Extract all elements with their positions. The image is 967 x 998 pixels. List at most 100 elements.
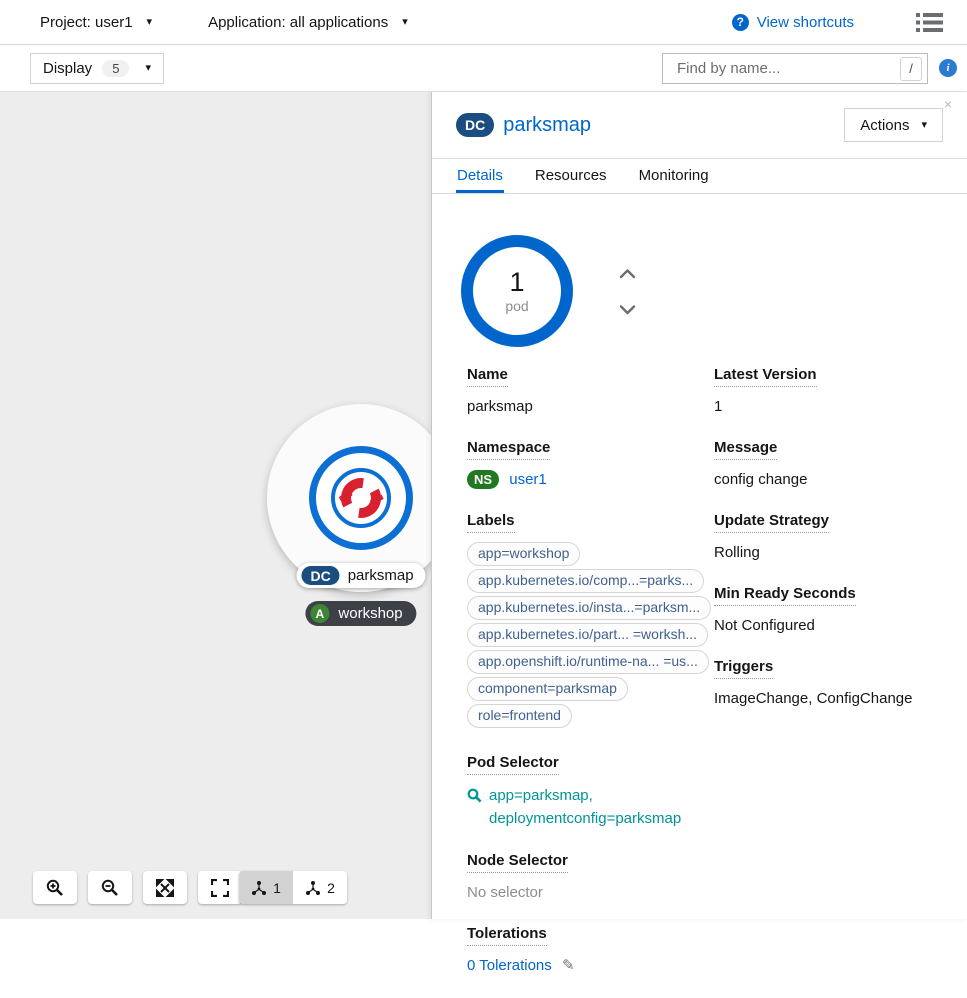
detail-update-strategy: Update Strategy Rolling [714, 512, 943, 563]
namespace-label: Namespace [467, 439, 550, 460]
openshift-logo-icon [329, 466, 393, 530]
zoom-in-button[interactable] [33, 871, 77, 904]
dc-badge: DC [301, 566, 339, 585]
label-chip[interactable]: app.kubernetes.io/comp...=parks... [467, 569, 704, 593]
pod-selector-text: app=parksmap, deploymentconfig=parksmap [489, 784, 681, 830]
dc-badge: DC [456, 113, 494, 137]
pod-count-donut[interactable]: 1 pod [461, 235, 573, 347]
project-selector[interactable]: Project: user1 ▾ [40, 14, 152, 31]
actions-dropdown-label: Actions [860, 117, 909, 134]
label-chip[interactable]: app=workshop [467, 542, 580, 566]
application-selector-label: Application: all applications [208, 14, 388, 31]
labels-label: Labels [467, 512, 515, 533]
consumption-toggle: 1 2 [239, 871, 347, 904]
topology-mode-one-button[interactable]: 1 [239, 871, 293, 904]
zoom-out-icon [101, 879, 119, 897]
label-chip[interactable]: role=frontend [467, 704, 572, 728]
details-right-column: Latest Version 1 Message config change U… [714, 366, 943, 998]
actions-dropdown[interactable]: Actions ▾ [844, 108, 943, 142]
latest-version-value: 1 [714, 396, 943, 417]
tab-details[interactable]: Details [456, 159, 504, 193]
topology-mode-two-count: 2 [327, 880, 335, 896]
topology-graph-icon [251, 880, 267, 896]
topology-mode-two-button[interactable]: 2 [293, 871, 347, 904]
detail-node-selector: Node Selector No selector [467, 852, 714, 903]
topology-canvas[interactable]: DC parksmap A workshop [0, 92, 967, 919]
resource-title-link[interactable]: parksmap [503, 114, 844, 137]
name-label: Name [467, 366, 508, 387]
search-icon [467, 788, 482, 803]
pod-count-value: 1 [509, 268, 524, 298]
pod-scale-controls [619, 235, 636, 347]
detail-tolerations: Tolerations 0 Tolerations ✎ [467, 925, 714, 976]
application-selector[interactable]: Application: all applications ▾ [208, 14, 408, 31]
chevron-down-icon: ▾ [402, 17, 408, 28]
topology-page: Project: user1 ▾ Application: all applic… [0, 0, 967, 918]
pod-count-unit: pod [505, 298, 528, 314]
detail-message: Message config change [714, 439, 943, 490]
info-icon[interactable]: i [939, 59, 957, 77]
pod-donut-section: 1 pod [461, 235, 943, 347]
topology-toolbar: Display 5 ▾ / i [0, 45, 967, 92]
message-value: config change [714, 469, 943, 490]
application-group-label-pill[interactable]: A workshop [305, 601, 416, 626]
display-count-badge: 5 [102, 60, 129, 77]
fit-to-screen-button[interactable] [143, 871, 187, 904]
min-ready-seconds-label: Min Ready Seconds [714, 585, 856, 606]
topology-graph-icon [305, 880, 321, 896]
node-label-pill[interactable]: DC parksmap [296, 563, 425, 588]
detail-namespace: Namespace NS user1 [467, 439, 714, 490]
chevron-down-icon: ▾ [147, 17, 153, 28]
tab-monitoring[interactable]: Monitoring [638, 159, 710, 193]
node-selector-value: No selector [467, 882, 714, 903]
list-icon [916, 12, 943, 33]
details-left-column: Name parksmap Namespace NS user1 Labels [467, 366, 714, 998]
side-panel-body: 1 pod Name [432, 194, 967, 998]
display-dropdown-label: Display [43, 60, 92, 77]
namespace-link[interactable]: user1 [509, 471, 547, 488]
resource-side-panel: × DC parksmap Actions ▾ Details Resource… [431, 92, 967, 919]
slash-shortcut-key: / [900, 57, 922, 81]
scale-up-button chevron-up-icon[interactable] [619, 268, 636, 279]
side-panel-tabs: Details Resources Monitoring [432, 159, 967, 194]
pod-selector-link[interactable]: app=parksmap, deploymentconfig=parksmap [467, 784, 714, 830]
detail-triggers: Triggers ImageChange, ConfigChange [714, 658, 943, 709]
fit-to-screen-icon [156, 879, 174, 897]
label-chip[interactable]: app.kubernetes.io/part... =worksh... [467, 623, 708, 647]
close-icon[interactable]: × [944, 97, 952, 111]
tab-resources[interactable]: Resources [534, 159, 608, 193]
update-strategy-value: Rolling [714, 542, 943, 563]
message-label: Message [714, 439, 777, 460]
details-grid: Name parksmap Namespace NS user1 Labels [461, 366, 943, 998]
label-chip[interactable]: app.openshift.io/runtime-na... =us... [467, 650, 709, 674]
find-by-name-field: / [662, 53, 928, 84]
topology-mode-one-count: 1 [273, 880, 281, 896]
node-label: parksmap [348, 567, 414, 584]
view-shortcuts-link[interactable]: ? View shortcuts [732, 14, 854, 31]
node-selector-label: Node Selector [467, 852, 568, 873]
side-panel-header: DC parksmap Actions ▾ [432, 92, 967, 159]
min-ready-seconds-value: Not Configured [714, 615, 943, 636]
chevron-down-icon: ▾ [921, 120, 927, 131]
latest-version-label: Latest Version [714, 366, 817, 387]
display-dropdown[interactable]: Display 5 ▾ [30, 53, 164, 84]
edit-pencil-icon[interactable]: ✎ [562, 957, 575, 974]
label-chip[interactable]: component=parksmap [467, 677, 628, 701]
canvas-zoom-controls [33, 871, 242, 904]
scale-down-button chevron-down-icon[interactable] [619, 304, 636, 315]
project-selector-label: Project: user1 [40, 14, 133, 31]
view-shortcuts-label: View shortcuts [757, 14, 854, 31]
search-input[interactable] [675, 59, 900, 78]
detail-name: Name parksmap [467, 366, 714, 417]
fullscreen-icon [211, 879, 229, 897]
pod-selector-label: Pod Selector [467, 754, 559, 775]
zoom-out-button[interactable] [88, 871, 132, 904]
fullscreen-button[interactable] [198, 871, 242, 904]
tolerations-link[interactable]: 0 Tolerations [467, 957, 552, 974]
context-bar: Project: user1 ▾ Application: all applic… [0, 0, 967, 45]
label-chip[interactable]: app.kubernetes.io/insta...=parksm... [467, 596, 711, 620]
parksmap-node[interactable] [309, 446, 413, 550]
question-circle-icon: ? [732, 14, 749, 31]
triggers-label: Triggers [714, 658, 773, 679]
list-view-toggle-button[interactable] [916, 12, 943, 33]
